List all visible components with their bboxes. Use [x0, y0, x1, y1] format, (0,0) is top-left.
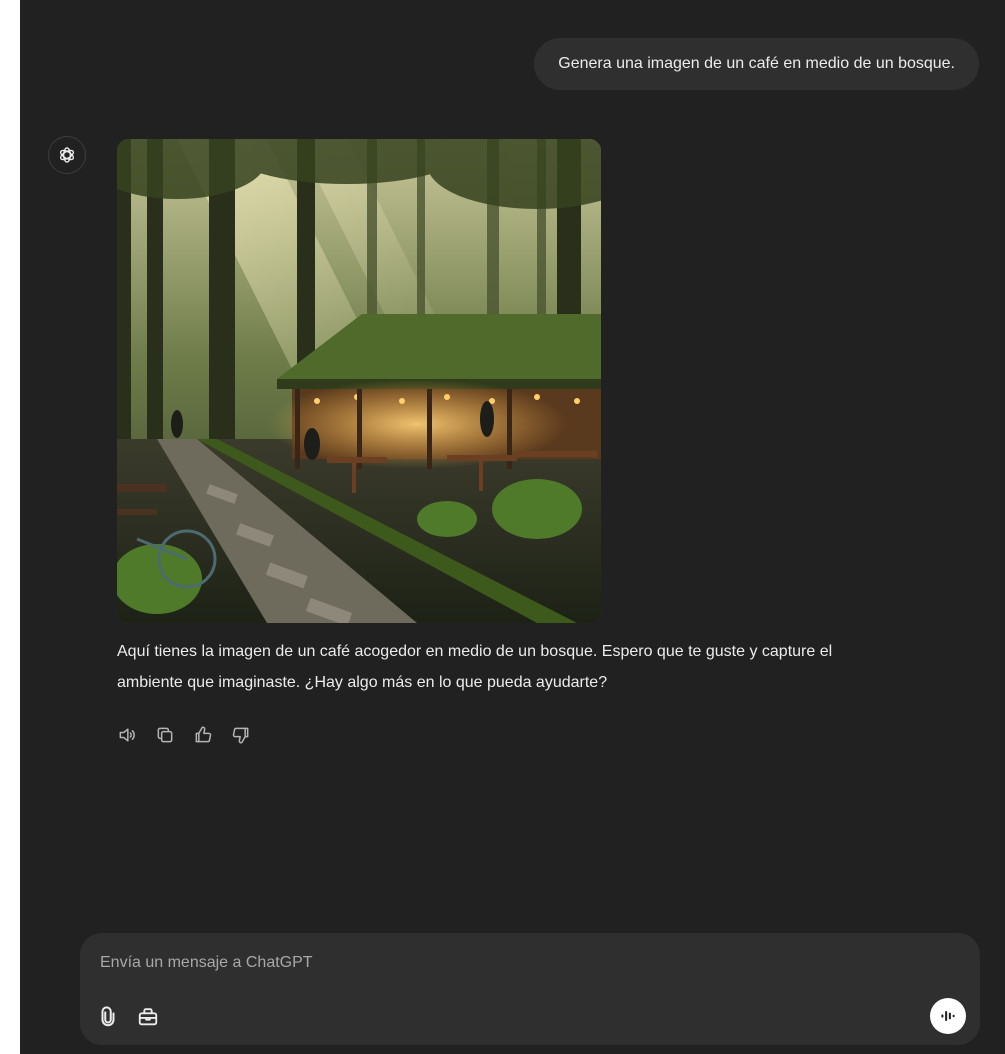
user-message-text: Genera una imagen de un café en medio de… [558, 55, 955, 72]
user-message-bubble: Genera una imagen de un café en medio de… [534, 38, 979, 90]
openai-logo-icon [59, 147, 75, 163]
paperclip-icon [101, 1006, 115, 1027]
attach-file-button[interactable] [96, 1005, 120, 1029]
assistant-reply-line: Aquí tienes la imagen de un café acogedo… [117, 643, 833, 660]
toolbox-icon [138, 1008, 158, 1026]
voice-mode-icon [941, 1011, 955, 1021]
generated-image[interactable] [117, 139, 601, 623]
thumbs-up-button[interactable] [193, 725, 213, 745]
copy-button[interactable] [155, 725, 175, 745]
chat-window: Genera una imagen de un café en medio de… [20, 0, 1005, 1054]
tools-button[interactable] [136, 1005, 160, 1029]
message-composer [80, 933, 980, 1045]
assistant-avatar [48, 136, 86, 174]
forest-cafe-illustration [117, 139, 601, 623]
thumbs-down-icon [232, 727, 249, 744]
message-actions [117, 721, 251, 749]
thumbs-down-button[interactable] [231, 725, 251, 745]
read-aloud-button[interactable] [117, 725, 137, 745]
message-input[interactable] [98, 947, 862, 979]
assistant-reply: Aquí tienes la imagen de un café acogedo… [117, 636, 997, 698]
copy-icon [157, 727, 173, 743]
thumbs-up-icon [195, 726, 212, 743]
read-aloud-icon [119, 728, 135, 742]
assistant-reply-line: ambiente que imaginaste. ¿Hay algo más e… [117, 674, 608, 691]
voice-mode-button[interactable] [930, 998, 966, 1034]
